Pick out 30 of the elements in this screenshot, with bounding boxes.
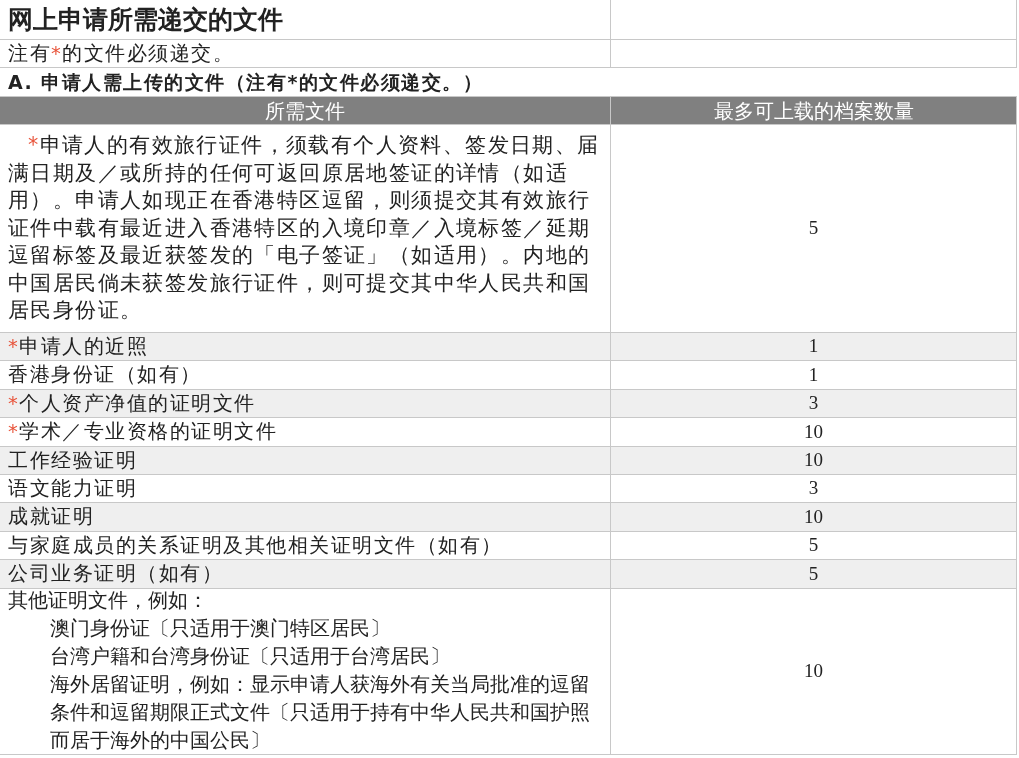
list-item: 台湾户籍和台湾身份证〔只适用于台湾居民〕 (49, 644, 450, 670)
file-count: 10 (804, 658, 823, 683)
file-count: 1 (808, 334, 819, 359)
file-count: 10 (804, 448, 823, 472)
file-count: 5 (808, 561, 819, 586)
document-name: *学术／专业资格的证明文件 (7, 419, 278, 446)
document-name: 与家庭成员的关系证明及其他相关证明文件（如有） (7, 532, 503, 559)
column-header: 最多可上载的档案数量 (713, 97, 914, 124)
document-description: *申请人的有效旅行证件，须载有个人资料、签发日期、届满日期及／或所持的任何可返回原居地签证的详情（如适用）。申请人如现正在香港特区逗留，则须提交其有效旅行证件中载有最近进入香港特区的入境印章／入境标签／延期逗留标签及最近获签发的「电子签证」（如适用）。内地的中国居民倘未获签发旅行证件，则可提交其中华人民共和国居民身份证。 (7, 132, 601, 325)
file-count: 1 (808, 362, 819, 387)
document-name: 公司业务证明（如有） (7, 561, 223, 588)
document-name: 语文能力证明 (7, 476, 137, 503)
file-count: 10 (804, 504, 823, 529)
file-count: 5 (808, 216, 819, 241)
document-name: 香港身份证（如有） (7, 362, 202, 389)
document-name: *个人资产净值的证明文件 (7, 390, 256, 417)
column-header: 所需文件 (265, 97, 345, 124)
document-name: 工作经验证明 (7, 447, 137, 474)
note-text: 注有*的文件必须递交。 (7, 40, 235, 67)
file-count: 10 (804, 419, 823, 444)
file-count: 5 (808, 533, 819, 558)
file-count: 3 (808, 476, 819, 501)
document-name: 其他证明文件，例如： (8, 588, 208, 614)
list-item: 海外居留证明，例如：显示申请人获海外有关当局批准的逗留条件和逗留期限正式文件〔只适用于持有中华人民共和国护照而居于海外的中国公民〕 (49, 672, 591, 754)
sheet-title: 网上申请所需递交的文件 (7, 3, 283, 36)
file-count: 3 (808, 391, 819, 416)
section-heading: A. 申请人需上传的文件（注有*的文件必须递交。） (7, 69, 484, 95)
document-name: 成就证明 (7, 504, 94, 531)
list-item: 澳门身份证〔只适用于澳门特区居民〕 (49, 616, 390, 642)
document-name: *申请人的近照 (7, 334, 149, 361)
